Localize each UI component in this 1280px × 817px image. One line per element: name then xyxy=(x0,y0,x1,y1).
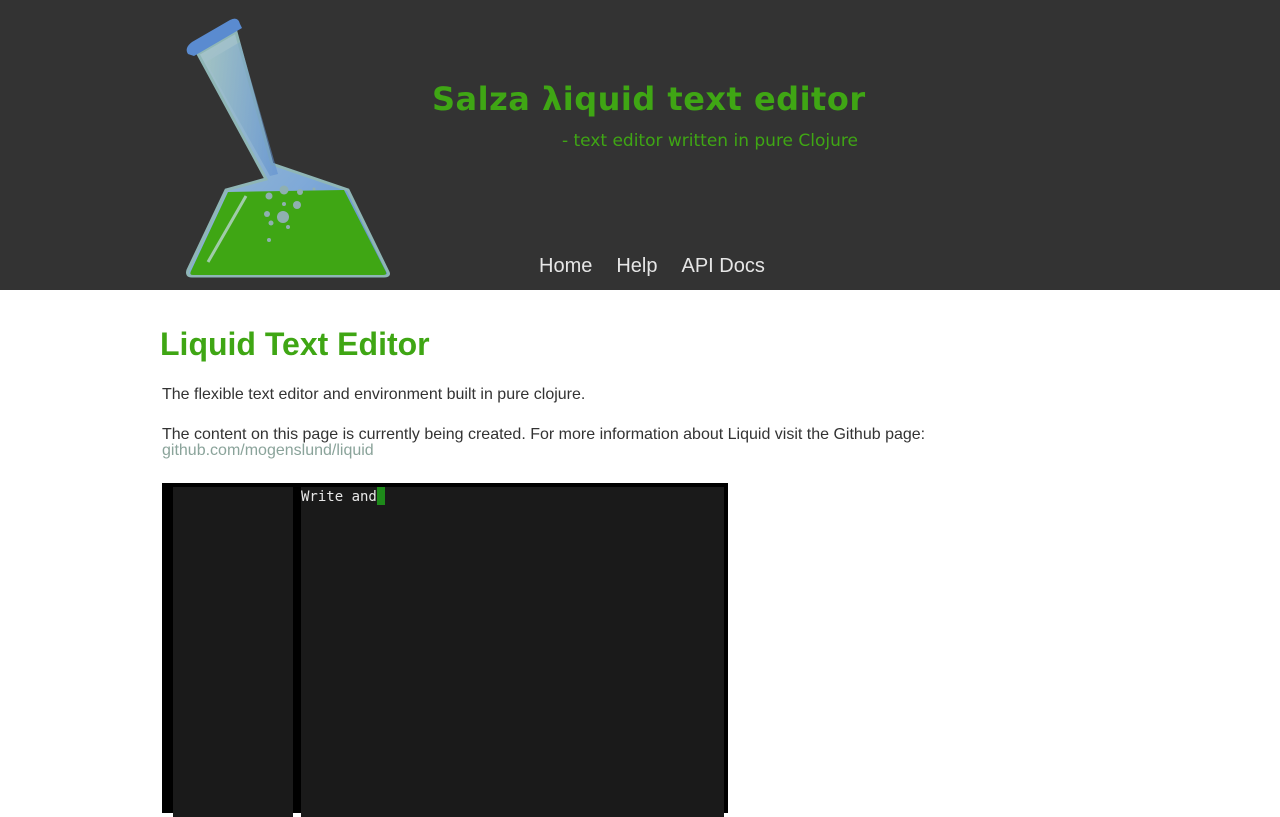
editor-sidebar xyxy=(173,487,293,817)
github-link[interactable]: github.com/mogenslund/liquid xyxy=(162,443,374,459)
info-text: The content on this page is currently be… xyxy=(162,426,926,443)
main-nav: Home Help API Docs xyxy=(539,254,765,278)
site-title: Salza λiquid text editor xyxy=(432,80,866,118)
flask-icon xyxy=(186,18,390,278)
editor-line: Write and xyxy=(301,487,385,505)
site-header: Salza λiquid text editor - text editor w… xyxy=(0,0,1280,290)
site-subtitle: - text editor written in pure Clojure xyxy=(561,131,858,151)
intro-text: The flexible text editor and environment… xyxy=(162,386,586,403)
text-cursor xyxy=(376,487,385,505)
page-title: Liquid Text Editor xyxy=(160,326,430,362)
nav-help-link[interactable]: Help xyxy=(616,254,657,278)
editor-screenshot: Write and xyxy=(162,483,728,817)
editor-text: Write and xyxy=(301,489,377,505)
main-content: Liquid Text Editor The flexible text edi… xyxy=(0,290,1280,817)
nav-api-docs-link[interactable]: API Docs xyxy=(682,254,765,278)
nav-home-link[interactable]: Home xyxy=(539,254,592,278)
editor-pane: Write and xyxy=(301,487,724,817)
